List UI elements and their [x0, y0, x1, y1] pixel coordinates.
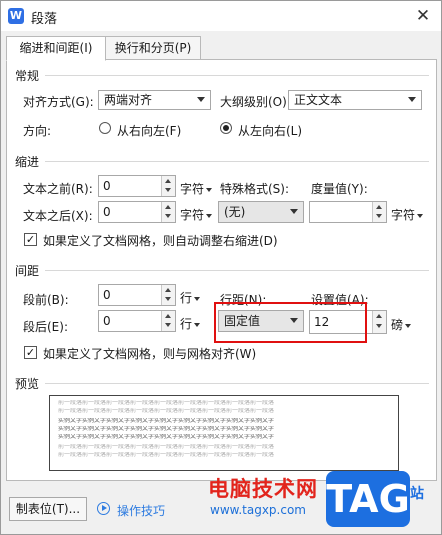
divider — [45, 270, 429, 271]
chevron-down-icon — [408, 97, 416, 102]
measure-unit[interactable]: 字符 — [391, 206, 424, 223]
spin-buttons[interactable] — [161, 176, 175, 196]
highlight-box — [214, 302, 367, 343]
dialog-title: 段落 — [31, 12, 58, 27]
indent-before-input[interactable]: 0 — [98, 175, 176, 197]
space-after-input[interactable]: 0 — [98, 310, 176, 332]
chevron-down-icon — [417, 213, 424, 218]
space-before-input[interactable]: 0 — [98, 284, 176, 306]
space-before-label: 段前(B): — [23, 293, 69, 307]
watermark-site-name: 电脑技术网 — [208, 477, 318, 501]
rtl-radio[interactable] — [99, 122, 111, 134]
special-format-value: (无) — [224, 205, 246, 219]
set-value-unit[interactable]: 磅 — [391, 316, 412, 333]
preview-next-line: 前一段落前一段落前一段落前一段落前一段落前一段落前一段落前一段落前一段落 — [58, 444, 275, 450]
preview-sample-line: 实例文字实例文字实例文字实例文字实例文字实例文字实例文字实例文字实例文字 — [58, 426, 275, 432]
space-after-value: 0 — [103, 314, 111, 328]
divider — [45, 75, 429, 76]
spin-buttons[interactable] — [372, 311, 386, 333]
ltr-radio[interactable] — [220, 122, 232, 134]
chevron-down-icon — [194, 322, 201, 327]
rtl-label: 从右向左(F) — [117, 124, 182, 138]
chevron-down-icon — [206, 213, 213, 218]
indent-after-unit[interactable]: 字符 — [180, 206, 213, 223]
section-general: 常规 — [15, 69, 40, 83]
indent-after-input[interactable]: 0 — [98, 201, 176, 223]
chevron-down-icon — [194, 296, 201, 301]
alignment-value: 两端对齐 — [104, 93, 153, 107]
preview-sample-line: 实例文字实例文字实例文字实例文字实例文字实例文字实例文字实例文字实例文字 — [58, 434, 275, 440]
chevron-down-icon — [197, 97, 205, 102]
space-before-unit[interactable]: 行 — [180, 289, 201, 306]
snap-to-grid-checkbox[interactable]: ✓ — [24, 346, 37, 359]
spin-buttons[interactable] — [372, 202, 386, 222]
outline-level-select[interactable]: 正文文本 — [288, 90, 422, 110]
chevron-down-icon — [290, 209, 298, 214]
watermark-logo: TAG — [326, 471, 410, 527]
divider — [45, 161, 429, 162]
space-after-label: 段后(E): — [23, 320, 68, 334]
direction-label: 方向: — [23, 124, 52, 138]
chevron-down-icon — [206, 187, 213, 192]
preview-prev-line: 前一段落前一段落前一段落前一段落前一段落前一段落前一段落前一段落前一段落 — [58, 400, 275, 406]
preview-prev-line: 前一段落前一段落前一段落前一段落前一段落前一段落前一段落前一段落前一段落 — [58, 408, 275, 414]
indent-after-label: 文本之后(X): — [23, 209, 93, 223]
play-icon — [97, 502, 110, 515]
chevron-down-icon — [405, 323, 412, 328]
special-format-select[interactable]: (无) — [218, 201, 304, 223]
tab-stops-button[interactable]: 制表位(T)... — [9, 497, 87, 521]
auto-right-indent-checkbox[interactable]: ✓ — [24, 233, 37, 246]
wps-writer-icon: W — [8, 8, 24, 24]
watermark-url: www.tagxp.com — [210, 503, 306, 517]
indent-before-label: 文本之前(R): — [23, 182, 93, 196]
indent-after-value: 0 — [103, 205, 111, 219]
spin-buttons[interactable] — [161, 202, 175, 222]
alignment-select[interactable]: 两端对齐 — [98, 90, 211, 110]
section-indent: 缩进 — [15, 155, 40, 169]
title-bar: W 段落 ✕ — [1, 1, 441, 31]
outline-level-label: 大纲级别(O): — [220, 95, 291, 109]
tab-indent-spacing[interactable]: 缩进和间距(I) — [6, 36, 106, 61]
snap-to-grid-label: 如果定义了文档网格，则与网格对齐(W) — [43, 347, 257, 361]
tab-line-page-break[interactable]: 换行和分页(P) — [105, 36, 201, 60]
section-spacing: 间距 — [15, 264, 40, 278]
outline-level-value: 正文文本 — [294, 93, 343, 107]
paragraph-dialog: W 段落 ✕ 缩进和间距(I) 换行和分页(P) 常规 对齐方式(G): 两端对… — [0, 0, 442, 535]
section-preview: 预览 — [15, 377, 40, 391]
preview-box: 前一段落前一段落前一段落前一段落前一段落前一段落前一段落前一段落前一段落 前一段… — [49, 395, 399, 471]
special-format-label: 特殊格式(S): — [220, 182, 290, 196]
indent-before-unit[interactable]: 字符 — [180, 180, 213, 197]
preview-next-line: 前一段落前一段落前一段落前一段落前一段落前一段落前一段落前一段落前一段落 — [58, 452, 275, 458]
divider — [45, 383, 429, 384]
preview-sample-line: 实例文字实例文字实例文字实例文字实例文字实例文字实例文字实例文字实例文字 — [58, 418, 275, 424]
space-after-unit[interactable]: 行 — [180, 315, 201, 332]
measure-label: 度量值(Y): — [311, 182, 368, 196]
spin-buttons[interactable] — [161, 285, 175, 305]
ltr-label: 从左向右(L) — [238, 124, 303, 138]
spin-buttons[interactable] — [161, 311, 175, 331]
auto-right-indent-label: 如果定义了文档网格，则自动调整右缩进(D) — [43, 234, 278, 248]
watermark-badge-side: 站 — [410, 486, 424, 502]
tips-link[interactable]: 操作技巧 — [117, 502, 165, 519]
close-icon[interactable]: ✕ — [411, 5, 435, 27]
alignment-label: 对齐方式(G): — [23, 95, 94, 109]
space-before-value: 0 — [103, 288, 111, 302]
measure-input[interactable] — [309, 201, 387, 223]
indent-before-value: 0 — [103, 179, 111, 193]
